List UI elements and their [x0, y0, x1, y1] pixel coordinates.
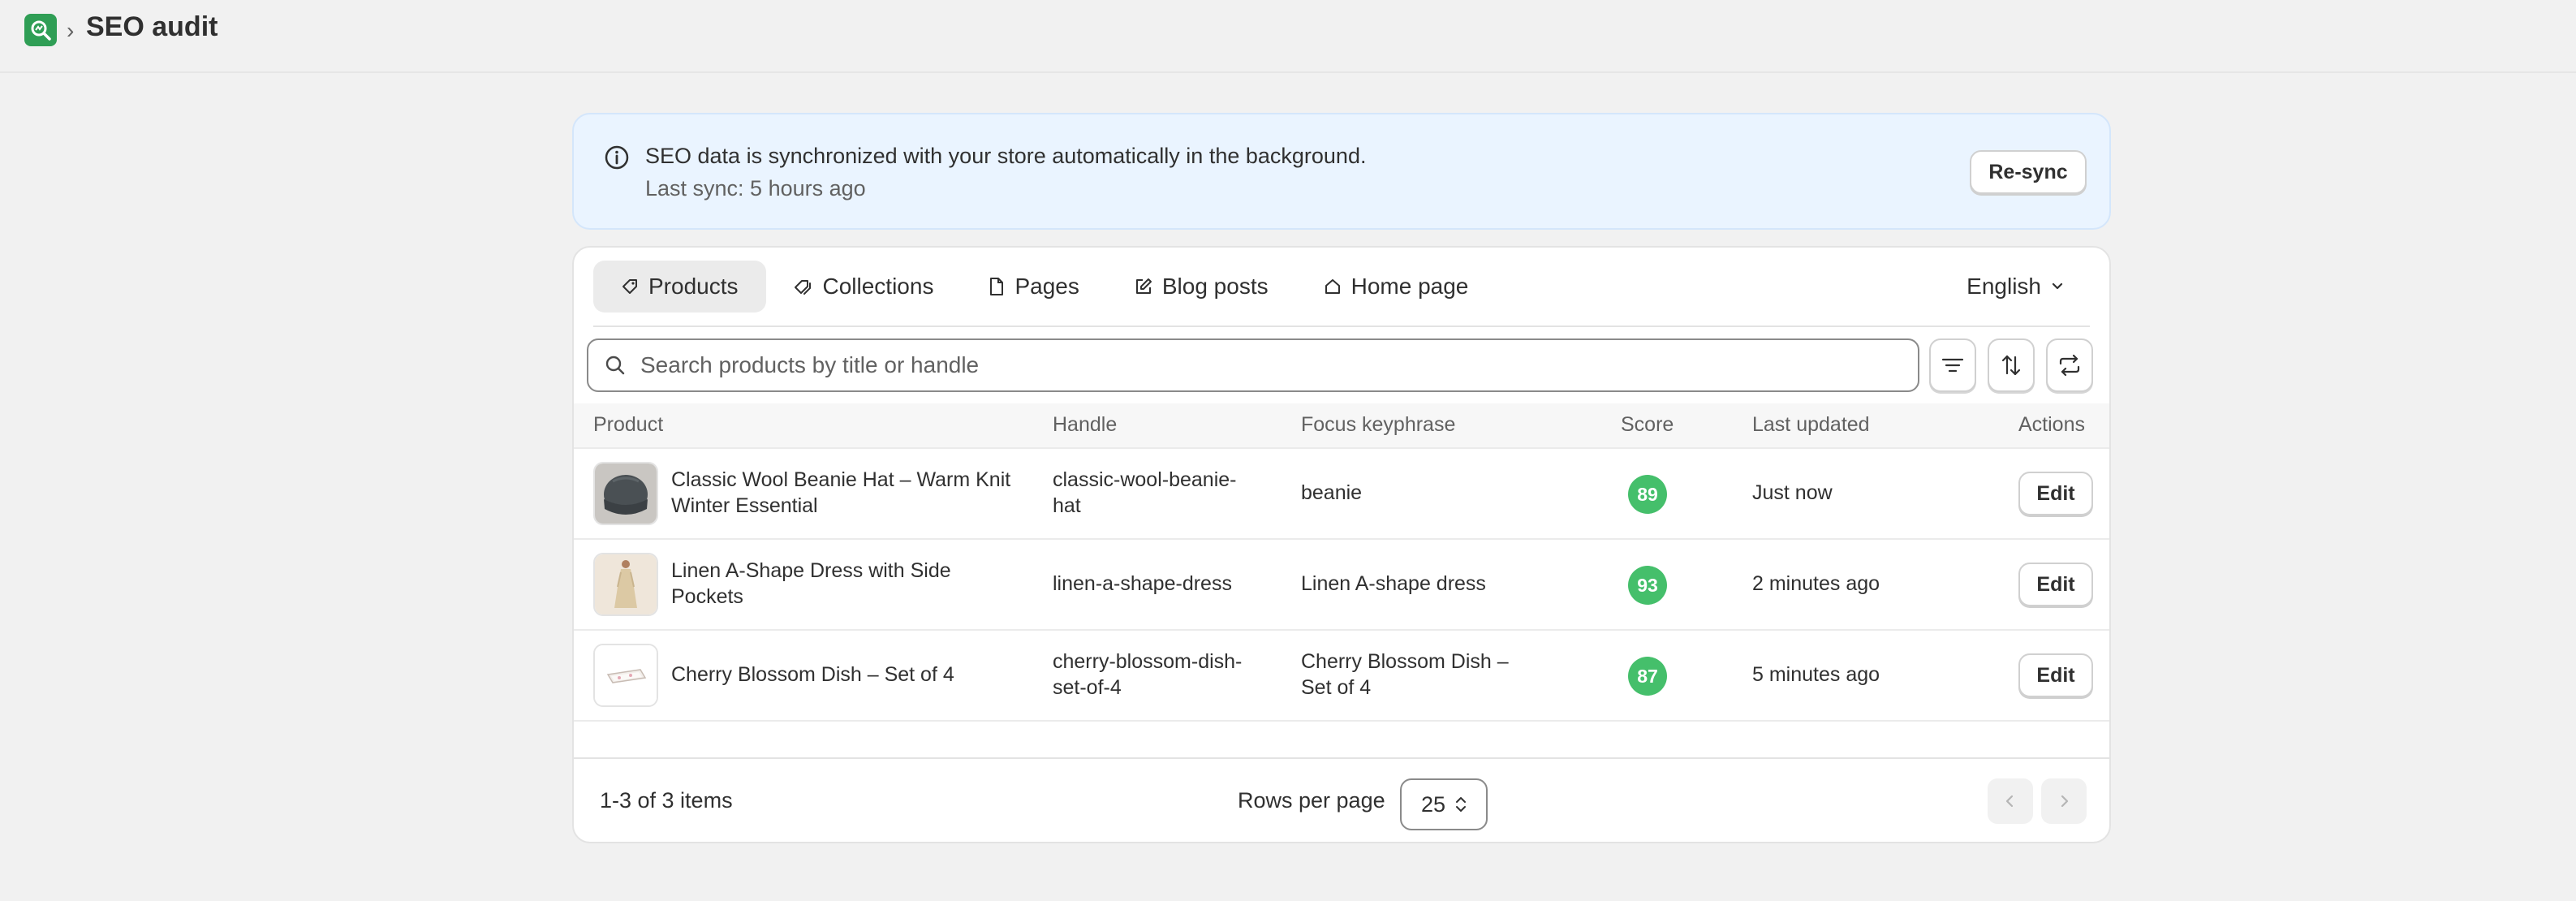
table-row[interactable]: Linen A-Shape Dress with Side Pockets li… [574, 538, 2109, 631]
product-handle: classic-wool-beanie- hat [1053, 468, 1237, 517]
product-handle: cherry-blossom-dish- set-of-4 [1053, 650, 1243, 699]
column-header-last-updated[interactable]: Last updated [1752, 413, 1870, 437]
column-header-score[interactable]: Score [1621, 413, 1674, 437]
filter-button[interactable] [1929, 338, 1976, 392]
page-icon [990, 278, 1004, 295]
product-title[interactable]: Linen A-Shape Dress with Side Pockets [671, 558, 951, 610]
table-row[interactable]: Classic Wool Beanie Hat – Warm Knit Wint… [574, 447, 2109, 540]
beanie-image [595, 463, 657, 524]
last-updated: 5 minutes ago [1752, 663, 1880, 686]
table-row[interactable]: Cherry Blossom Dish – Set of 4 cherry-bl… [574, 629, 2109, 722]
score-badge: 87 [1628, 657, 1667, 696]
column-header-focus-keyphrase[interactable]: Focus keyphrase [1301, 413, 1455, 437]
search-input[interactable] [639, 351, 1859, 379]
tab-collections[interactable]: Collections [766, 261, 962, 313]
tab-pages[interactable]: Pages [961, 261, 1106, 313]
rows-per-page-select[interactable]: 25 [1400, 778, 1488, 830]
home-icon [1325, 279, 1340, 294]
focus-keyphrase: Linen A-shape dress [1301, 572, 1486, 595]
divider [574, 757, 2109, 759]
chevron-down-icon [2052, 282, 2063, 290]
column-header-handle[interactable]: Handle [1053, 413, 1117, 437]
previous-page-button[interactable] [1988, 778, 2033, 824]
page-title: SEO audit [86, 11, 218, 42]
edit-button[interactable]: Edit [2018, 472, 2093, 515]
tab-label: Collections [822, 274, 934, 299]
banner-last-sync: Last sync: 5 hours ago [645, 176, 866, 200]
chevron-left-icon [2005, 795, 2014, 808]
seo-table-card: Products Collections Pages Blog posts Ho… [572, 246, 2111, 843]
focus-keyphrase: Cherry Blossom Dish – Set of 4 [1301, 650, 1509, 699]
product-title[interactable]: Classic Wool Beanie Hat – Warm Knit Wint… [671, 467, 1010, 519]
table-header: Product Handle Focus keyphrase Score Las… [574, 403, 2109, 449]
edit-note-icon [1135, 278, 1152, 294]
score-badge: 89 [1628, 475, 1667, 514]
edit-button[interactable]: Edit [2018, 563, 2093, 606]
tab-label: Blog posts [1161, 274, 1269, 299]
column-header-product[interactable]: Product [593, 413, 663, 437]
product-thumbnail [593, 644, 658, 707]
select-arrows-icon [1456, 797, 1467, 812]
top-bar: › SEO audit [0, 0, 2576, 73]
sync-banner: SEO data is synchronized with your store… [572, 113, 2111, 230]
filter-icon [1941, 358, 1964, 373]
collection-tag-icon [794, 280, 811, 295]
items-count: 1-3 of 3 items [600, 788, 733, 813]
resync-button[interactable]: Re-sync [1970, 150, 2087, 194]
score-badge: 93 [1628, 566, 1667, 605]
last-updated: Just now [1752, 481, 1833, 504]
column-header-actions: Actions [2018, 413, 2085, 436]
search-field[interactable] [587, 338, 1919, 392]
edit-button[interactable]: Edit [2018, 653, 2093, 697]
search-icon [605, 356, 625, 375]
next-page-button[interactable] [2041, 778, 2087, 824]
tab-products[interactable]: Products [593, 261, 766, 313]
sort-button[interactable] [1988, 338, 2035, 392]
focus-keyphrase: beanie [1301, 481, 1363, 504]
magnifier-chart-icon [31, 20, 51, 41]
resource-tabs: Products Collections Pages Blog posts Ho… [593, 261, 1496, 313]
info-icon [605, 145, 629, 170]
divider [593, 325, 2090, 327]
tab-label: Pages [1014, 274, 1079, 299]
dish-image [595, 645, 657, 705]
refresh-button[interactable] [2046, 338, 2093, 392]
tab-home-page[interactable]: Home page [1296, 261, 1497, 313]
refresh-icon [2059, 354, 2080, 377]
last-updated: 2 minutes ago [1752, 572, 1880, 595]
product-thumbnail [593, 553, 658, 616]
rows-per-page-value: 25 [1421, 791, 1446, 817]
app-logo[interactable] [24, 14, 57, 46]
tag-icon [622, 279, 637, 294]
sort-icon [2001, 355, 2021, 376]
rows-per-page-label: Rows per page [1238, 788, 1385, 813]
product-title[interactable]: Cherry Blossom Dish – Set of 4 [671, 662, 954, 688]
product-handle: linen-a-shape-dress [1053, 572, 1232, 595]
tab-label: Home page [1350, 274, 1469, 299]
banner-message: SEO data is synchronized with your store… [645, 144, 1367, 168]
dress-image [595, 554, 657, 614]
language-label: English [1966, 274, 2041, 299]
breadcrumb-separator: › [67, 18, 75, 43]
tab-blog-posts[interactable]: Blog posts [1107, 261, 1296, 313]
product-thumbnail [593, 462, 658, 525]
tab-label: Products [648, 274, 739, 299]
chevron-right-icon [2061, 795, 2069, 808]
language-selector[interactable]: English [1966, 261, 2066, 313]
